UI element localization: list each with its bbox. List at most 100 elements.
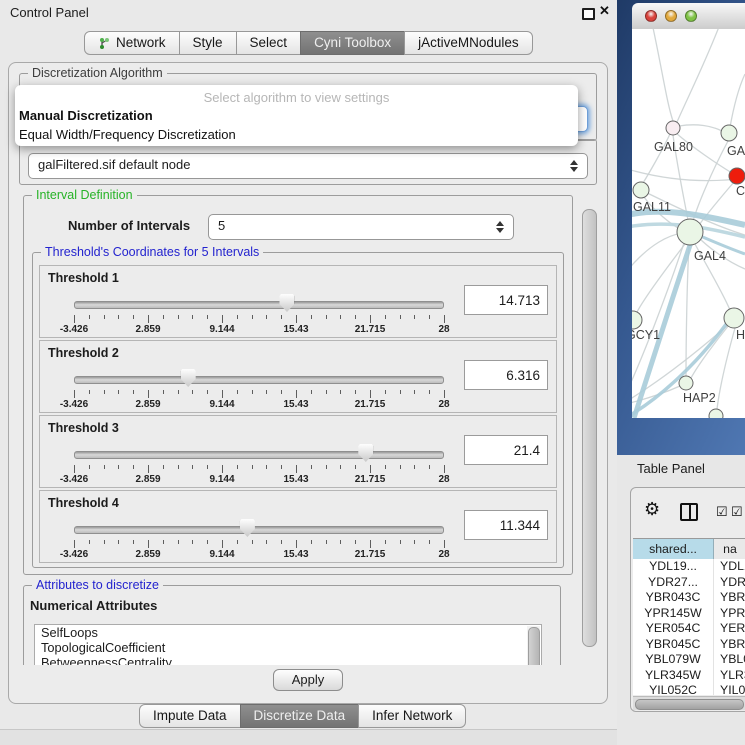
- attributes-group-title: Attributes to discretize: [32, 578, 163, 592]
- popup-item-equal-width-frequency[interactable]: Equal Width/Frequency Discretization: [15, 125, 578, 144]
- network-node-gal11[interactable]: [633, 182, 649, 198]
- checkbox-icon[interactable]: ☑: [716, 504, 728, 520]
- slider-track[interactable]: [74, 376, 444, 384]
- network-window-titlebar[interactable]: [632, 3, 745, 30]
- tab-network[interactable]: Network: [84, 31, 180, 55]
- combo-arrows-icon: [570, 160, 578, 172]
- cell-name: YPR1: [714, 606, 745, 622]
- table-row[interactable]: YDL19...YDL1: [633, 559, 745, 575]
- threshold-value-field[interactable]: 21.4: [464, 435, 548, 465]
- network-canvas[interactable]: GAL80GACGAL11GAL4GCY1HHAP2: [632, 29, 745, 418]
- table-hscrollbar-thumb[interactable]: [635, 699, 744, 710]
- tab-label: Style: [193, 32, 223, 54]
- attributes-scrollbar[interactable]: [527, 626, 540, 665]
- minimize-traffic-icon[interactable]: [665, 10, 677, 22]
- tab-jactivemnodules[interactable]: jActiveMNodules: [404, 31, 533, 55]
- network-node-gal4[interactable]: [677, 219, 703, 245]
- tab-impute-data[interactable]: Impute Data: [139, 704, 241, 728]
- slider-thumb[interactable]: [240, 519, 255, 537]
- network-node-h[interactable]: [724, 308, 744, 328]
- slider-tick-labels: -3.4262.8599.14415.4321.71528: [74, 399, 444, 411]
- column-header-shared[interactable]: shared...: [633, 539, 714, 559]
- table-row[interactable]: YBL079WYBL0: [633, 652, 745, 668]
- tab-cyni-toolbox[interactable]: Cyni Toolbox: [300, 31, 405, 55]
- network-node-hap2[interactable]: [679, 376, 693, 390]
- network-node-ga[interactable]: [721, 125, 737, 141]
- apply-button[interactable]: Apply: [273, 669, 343, 691]
- network-edge: [677, 29, 722, 122]
- tab-label: Impute Data: [153, 705, 227, 727]
- zoom-traffic-icon[interactable]: [685, 10, 697, 22]
- tab-infer-network[interactable]: Infer Network: [358, 704, 466, 728]
- popup-item-manual-discretization[interactable]: Manual Discretization: [15, 106, 578, 125]
- threshold-label: Threshold 4: [48, 496, 119, 510]
- thresholds-group-title: Threshold's Coordinates for 5 Intervals: [41, 245, 263, 259]
- table-row[interactable]: YER054CYER0: [633, 621, 745, 637]
- network-node[interactable]: [709, 409, 723, 418]
- network-window[interactable]: GAL80GACGAL11GAL4GCY1HHAP2: [632, 3, 745, 418]
- numerical-attributes-list[interactable]: SelfLoopsTopologicalCoefficientBetweenne…: [34, 624, 542, 665]
- threshold-value-field[interactable]: 6.316: [464, 360, 548, 390]
- table-data-combo[interactable]: galFiltered.sif default node: [28, 153, 588, 179]
- node-label: GAL4: [694, 249, 726, 263]
- threshold-slider[interactable]: -3.4262.8599.14415.4321.71528: [74, 293, 444, 333]
- bottom-tab-bar: Impute Data Discretize Data Infer Network: [139, 704, 466, 728]
- slider-ticks: [74, 540, 444, 548]
- cell-shared-name: YDR27...: [633, 575, 714, 591]
- settings-scrollbar-thumb[interactable]: [582, 209, 597, 647]
- threshold-value-field[interactable]: 14.713: [464, 285, 548, 315]
- threshold-slider[interactable]: -3.4262.8599.14415.4321.71528: [74, 518, 444, 558]
- table-row[interactable]: YPR145WYPR1: [633, 606, 745, 622]
- discretization-algorithm-title: Discretization Algorithm: [28, 66, 167, 80]
- slider-track[interactable]: [74, 301, 444, 309]
- table-row[interactable]: YBR043CYBR0: [633, 590, 745, 606]
- cell-name: YDL1: [714, 559, 745, 575]
- slider-ticks: [74, 390, 444, 398]
- attribute-item-selfloops[interactable]: SelfLoops: [35, 625, 541, 640]
- network-node-c[interactable]: [729, 168, 745, 184]
- cell-name: YBR0: [714, 637, 745, 653]
- tab-select[interactable]: Select: [236, 31, 302, 55]
- slider-thumb[interactable]: [279, 294, 294, 312]
- table-hscrollbar[interactable]: [633, 696, 745, 710]
- attribute-item-topologicalcoefficient[interactable]: TopologicalCoefficient: [35, 640, 541, 655]
- close-traffic-icon[interactable]: [645, 10, 657, 22]
- cell-name: YDR2: [714, 575, 745, 591]
- tab-label: Discretize Data: [254, 705, 346, 727]
- gear-icon[interactable]: ⚙︎: [644, 499, 660, 520]
- threshold-value-field[interactable]: 11.344: [464, 510, 548, 540]
- settings-scrollbar[interactable]: [581, 187, 597, 665]
- attributes-scrollbar-thumb[interactable]: [528, 627, 540, 665]
- table-row[interactable]: YLR345WYLR3: [633, 668, 745, 684]
- slider-track[interactable]: [74, 451, 444, 459]
- slider-thumb[interactable]: [181, 369, 196, 387]
- number-of-intervals-label: Number of Intervals: [68, 218, 190, 233]
- tab-label: Cyni Toolbox: [314, 32, 391, 54]
- column-header-name[interactable]: na: [714, 539, 745, 559]
- split-columns-icon[interactable]: [680, 503, 698, 521]
- slider-track[interactable]: [74, 526, 444, 534]
- network-node-gcy1[interactable]: [632, 311, 642, 329]
- numerical-attributes-label: Numerical Attributes: [30, 598, 157, 613]
- cell-shared-name: YPR145W: [633, 606, 714, 622]
- tab-discretize-data[interactable]: Discretize Data: [240, 704, 360, 728]
- control-panel: Control Panel ✕ NetworkStyleSelectCyni T…: [0, 0, 618, 745]
- attribute-item-betweennesscentrality[interactable]: BetweennessCentrality: [35, 655, 541, 665]
- float-icon[interactable]: [582, 8, 595, 20]
- network-edge: [717, 328, 735, 409]
- cell-shared-name: YBR043C: [633, 590, 714, 606]
- table-row[interactable]: YBR045CYBR0: [633, 637, 745, 653]
- network-edge: [679, 125, 722, 131]
- checkbox-icon[interactable]: ☑: [731, 504, 743, 520]
- slider-thumb[interactable]: [358, 444, 373, 462]
- table-row[interactable]: YDR27...YDR2: [633, 575, 745, 591]
- network-node-gal80[interactable]: [666, 121, 680, 135]
- threshold-slider[interactable]: -3.4262.8599.14415.4321.71528: [74, 443, 444, 483]
- settings-viewport: Interval Definition Number of Intervals …: [17, 187, 579, 665]
- threshold-slider[interactable]: -3.4262.8599.14415.4321.71528: [74, 368, 444, 408]
- table-row[interactable]: YIL052CYIL0: [633, 683, 745, 695]
- number-of-intervals-combo[interactable]: 5: [208, 214, 514, 240]
- tab-style[interactable]: Style: [179, 31, 237, 55]
- node-label: H: [736, 328, 745, 342]
- close-icon[interactable]: ✕: [599, 3, 610, 19]
